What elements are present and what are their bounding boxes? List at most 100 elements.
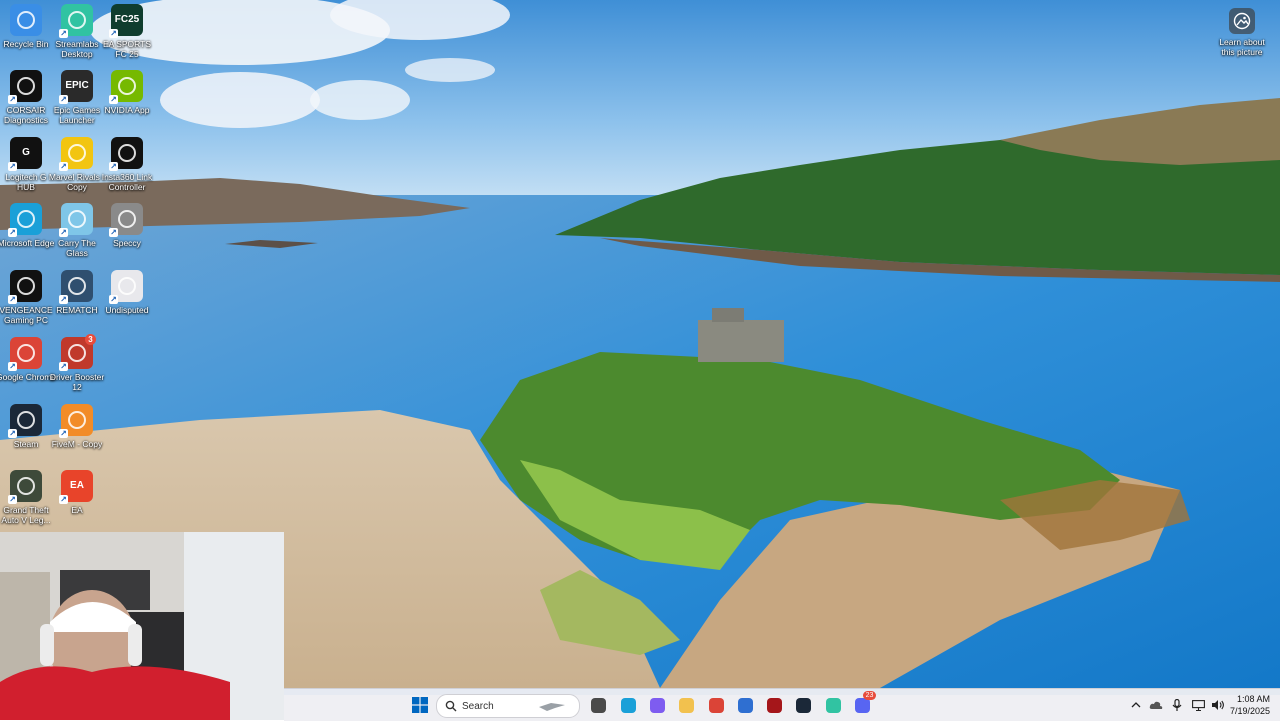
taskbar-app-discord[interactable]: 23 bbox=[852, 691, 876, 715]
desktop-icon-fivem[interactable]: ↗ FiveM - Copy bbox=[51, 404, 103, 449]
taskbar-app-streamlabs[interactable] bbox=[823, 695, 843, 715]
notification-badge: 23 bbox=[863, 691, 876, 700]
clock-date: 7/19/2025 bbox=[1229, 706, 1270, 716]
copilot-icon bbox=[649, 697, 665, 713]
shortcut-arrow-icon: ↗ bbox=[59, 28, 68, 38]
learn-about-label: Learn about this picture bbox=[1219, 37, 1265, 57]
taskbar-app-store[interactable] bbox=[735, 695, 755, 715]
desktop-icon-steam[interactable]: ↗ Steam bbox=[0, 404, 52, 449]
icon-glyph bbox=[17, 210, 35, 228]
shortcut-arrow-icon: ↗ bbox=[8, 494, 17, 504]
taskbar-app-file-explorer[interactable] bbox=[588, 695, 608, 715]
chrome-icon bbox=[708, 697, 724, 713]
tray-network-button[interactable] bbox=[1190, 689, 1206, 721]
desktop-icon-nvidia[interactable]: ↗ NVIDIA App bbox=[101, 70, 153, 115]
taskbar-app-app-red[interactable] bbox=[764, 695, 784, 715]
network-icon bbox=[1191, 699, 1205, 711]
taskbar-app-folder[interactable] bbox=[676, 695, 696, 715]
windows-icon bbox=[412, 697, 428, 713]
desktop-icon-logitech-g[interactable]: G ↗ Logitech G HUB bbox=[0, 137, 52, 192]
icon-glyph bbox=[68, 11, 86, 29]
shortcut-arrow-icon: ↗ bbox=[8, 361, 17, 371]
rematch-icon: ↗ bbox=[59, 270, 93, 304]
desktop-icon-streamlabs[interactable]: ↗ Streamlabs Desktop bbox=[51, 4, 103, 59]
desktop-icon-marvel-rivals[interactable]: ↗ Marvel Rivals - Copy bbox=[49, 137, 105, 192]
desktop-icon-rematch[interactable]: ↗ REMATCH bbox=[51, 270, 103, 315]
edge-icon: ↗ bbox=[8, 203, 42, 237]
desktop-icon-label: Insta360 Link Controller bbox=[101, 172, 153, 192]
icon-glyph bbox=[17, 77, 35, 95]
desktop-icon-label: EA bbox=[71, 505, 83, 515]
desktop-icon-label: FiveM - Copy bbox=[51, 439, 103, 449]
shortcut-arrow-icon: ↗ bbox=[109, 161, 118, 171]
desktop-icon-recycle-bin[interactable]: Recycle Bin bbox=[0, 4, 52, 49]
icon-glyph bbox=[68, 277, 86, 295]
icon-glyph bbox=[68, 344, 86, 362]
desktop-icon-corsair[interactable]: ↗ CORSAIR Diagnostics bbox=[0, 70, 52, 125]
store-icon bbox=[737, 697, 753, 713]
gta-v-icon: ↗ bbox=[8, 470, 42, 504]
icon-glyph bbox=[17, 477, 35, 495]
shortcut-arrow-icon: ↗ bbox=[109, 227, 118, 237]
desktop-icon-edge[interactable]: ↗ Microsoft Edge bbox=[0, 203, 54, 248]
shortcut-arrow-icon: ↗ bbox=[8, 294, 17, 304]
folder-icon bbox=[678, 697, 694, 713]
webcam-overlay bbox=[0, 532, 284, 720]
desktop-icon-epic-games[interactable]: EPIC ↗ Epic Games Launcher bbox=[51, 70, 103, 125]
app-red-icon bbox=[766, 697, 782, 713]
icon-glyph bbox=[17, 277, 35, 295]
desktop-icon-ea[interactable]: EA ↗ EA bbox=[51, 470, 103, 515]
taskbar-app-chrome[interactable] bbox=[706, 695, 726, 715]
desktop-icon-vengeance[interactable]: ↗ VENGEANCE Gaming PC bbox=[0, 270, 53, 325]
taskbar-app-copilot[interactable] bbox=[647, 695, 667, 715]
steam-icon: ↗ bbox=[8, 404, 42, 438]
learn-about-picture[interactable]: Learn about this picture bbox=[1214, 8, 1270, 57]
icon-glyph bbox=[118, 210, 136, 228]
tray-mic-button[interactable] bbox=[1170, 689, 1184, 721]
ea-icon: EA ↗ bbox=[59, 470, 93, 504]
desktop-icon-insta360[interactable]: ↗ Insta360 Link Controller bbox=[101, 137, 153, 192]
icon-tile-text: FC25 bbox=[114, 14, 140, 25]
camera-icon bbox=[1229, 8, 1255, 34]
shortcut-arrow-icon: ↗ bbox=[59, 494, 68, 504]
icon-tile-text: EPIC bbox=[65, 80, 89, 91]
search-highlight-icon bbox=[539, 703, 565, 711]
steam-icon bbox=[795, 697, 811, 713]
taskbar-search[interactable]: Search bbox=[436, 694, 580, 718]
tray-cloud-button[interactable] bbox=[1148, 689, 1164, 721]
search-icon bbox=[445, 700, 457, 712]
desktop-icon-speccy[interactable]: ↗ Speccy bbox=[101, 203, 153, 248]
taskbar-app-steam[interactable] bbox=[793, 695, 813, 715]
icon-glyph bbox=[68, 144, 86, 162]
shortcut-arrow-icon: ↗ bbox=[8, 161, 17, 171]
taskbar-clock[interactable]: 1:08 AM 7/19/2025 bbox=[1230, 693, 1270, 717]
desktop-icon-ea-fc25[interactable]: FC25 ↗ EA SPORTS FC 25 bbox=[101, 4, 153, 59]
streamlabs-icon bbox=[825, 697, 841, 713]
icon-glyph bbox=[118, 77, 136, 95]
desktop-icon-chrome[interactable]: ↗ Google Chrome bbox=[0, 337, 56, 382]
desktop-icon-carry-the-glass[interactable]: ↗ Carry The Glass bbox=[51, 203, 103, 258]
logitech-g-icon: G ↗ bbox=[8, 137, 42, 171]
shortcut-arrow-icon: ↗ bbox=[59, 94, 68, 104]
desktop-icon-driver-booster[interactable]: 3 ↗ Driver Booster 12 bbox=[50, 334, 104, 392]
desktop-icon-undisputed[interactable]: ↗ Undisputed bbox=[101, 270, 153, 315]
desktop-icon-gta-v[interactable]: ↗ Grand Theft Auto V Leg... bbox=[0, 470, 52, 525]
epic-games-icon: EPIC ↗ bbox=[59, 70, 93, 104]
tray-volume-button[interactable] bbox=[1210, 689, 1226, 721]
taskbar-app-edge[interactable] bbox=[618, 695, 638, 715]
shortcut-arrow-icon: ↗ bbox=[59, 227, 68, 237]
edge-icon bbox=[620, 697, 636, 713]
clock-time: 1:08 AM bbox=[1236, 694, 1270, 704]
icon-tile-text: G bbox=[22, 147, 30, 158]
shortcut-arrow-icon: ↗ bbox=[109, 94, 118, 104]
notification-badge: 3 bbox=[85, 334, 96, 345]
icon-tile-text: EA bbox=[70, 480, 84, 491]
tray-overflow-button[interactable] bbox=[1129, 689, 1143, 721]
file-explorer-icon bbox=[590, 697, 606, 713]
undisputed-icon: ↗ bbox=[109, 270, 143, 304]
desktop-icon-label: Driver Booster 12 bbox=[49, 372, 105, 392]
start-button[interactable] bbox=[410, 695, 430, 715]
ea-fc25-icon: FC25 ↗ bbox=[109, 4, 143, 38]
icon-glyph bbox=[118, 144, 136, 162]
icon-glyph bbox=[118, 277, 136, 295]
